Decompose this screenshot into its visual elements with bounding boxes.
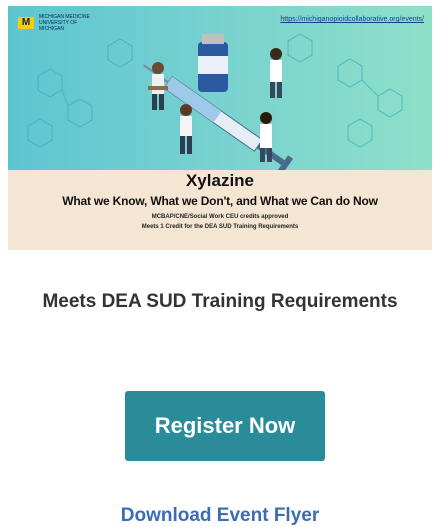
banner-subtitle: What we Know, What we Don't, and What we… — [62, 194, 378, 208]
banner-credit-line-2: Meets 1 Credit for the DEA SUD Training … — [141, 224, 299, 230]
page-headline: Meets DEA SUD Training Requirements — [42, 291, 398, 312]
banner-credit-line-1: MCBAP/CNE/Social Work CEU credits approv… — [151, 214, 289, 220]
logo-letter: M — [18, 17, 34, 29]
banner-url: https://michiganopioidcollaborative.org/… — [280, 16, 424, 23]
logo-text: MICHIGAN MEDICINE UNIVERSITY OF MICHIGAN — [39, 14, 90, 32]
event-banner-image[interactable]: M MICHIGAN MEDICINE UNIVERSITY OF MICHIG… — [8, 6, 432, 250]
banner-title: Xylazine — [185, 171, 255, 190]
university-logo: M MICHIGAN MEDICINE UNIVERSITY OF MICHIG… — [18, 14, 99, 32]
banner-illustration: M MICHIGAN MEDICINE UNIVERSITY OF MICHIG… — [8, 6, 432, 170]
register-now-button[interactable]: Register Now — [125, 391, 325, 461]
